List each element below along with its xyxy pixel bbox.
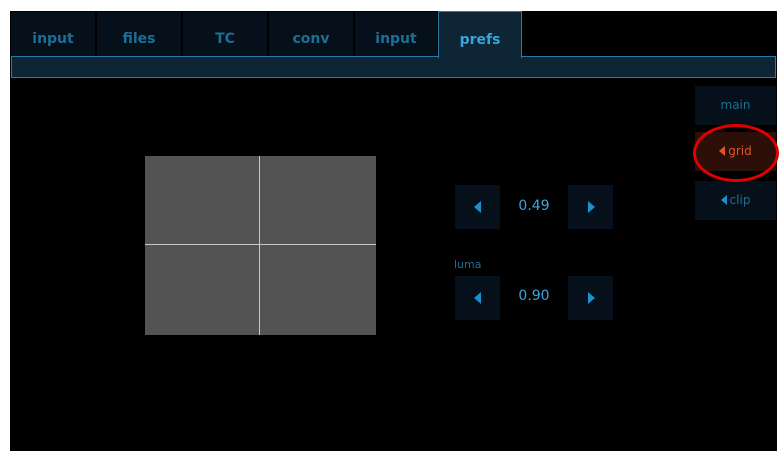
tab-input[interactable]: input — [11, 12, 95, 56]
tab-prefs[interactable]: prefs — [438, 11, 522, 58]
tab-files[interactable]: files — [97, 12, 181, 56]
side-menu-clip-label: clip — [729, 193, 751, 207]
triangle-left-icon — [719, 146, 726, 156]
triangle-left-icon — [474, 292, 481, 304]
grid-vertical-line — [259, 156, 260, 335]
side-menu-main[interactable]: main — [695, 86, 776, 125]
luma-increment-button[interactable] — [568, 276, 613, 320]
triangle-right-icon — [588, 201, 595, 213]
tab-tc[interactable]: TC — [183, 12, 267, 56]
tab-bar-strip — [11, 56, 776, 78]
value-display: 0.49 — [518, 198, 550, 214]
tab-conv[interactable]: conv — [269, 12, 353, 56]
grid-horizontal-line — [145, 244, 376, 245]
luma-decrement-button[interactable] — [455, 276, 500, 320]
triangle-left-icon — [720, 195, 727, 205]
luma-value-display: 0.90 — [518, 288, 550, 304]
grid-preview — [145, 156, 376, 335]
side-menu-clip[interactable]: clip — [695, 181, 776, 220]
triangle-left-icon — [474, 201, 481, 213]
side-menu-grid[interactable]: grid — [695, 132, 776, 171]
side-menu-main-label: main — [720, 98, 751, 112]
tab-input-2[interactable]: input — [355, 12, 437, 56]
luma-label: luma — [454, 258, 482, 271]
side-menu-grid-label: grid — [728, 144, 752, 158]
triangle-right-icon — [588, 292, 595, 304]
app-window: input files TC conv input prefs 0.49 lum… — [10, 11, 779, 451]
increment-button[interactable] — [568, 185, 613, 229]
decrement-button[interactable] — [455, 185, 500, 229]
